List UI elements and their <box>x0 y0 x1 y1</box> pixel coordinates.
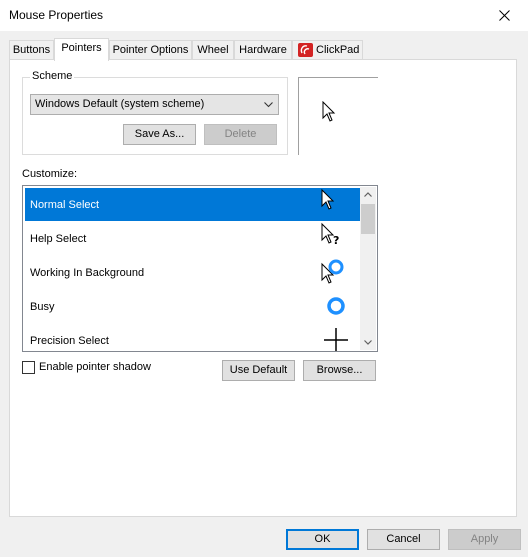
tab-clickpad[interactable]: ClickPad <box>292 40 363 59</box>
customize-label: Customize: <box>22 168 78 180</box>
button-label: Apply <box>470 533 499 545</box>
cancel-button[interactable]: Cancel <box>367 529 440 550</box>
list-item-label: Busy <box>30 301 55 313</box>
scheme-legend: Scheme <box>30 70 75 82</box>
ok-button[interactable]: OK <box>286 529 359 550</box>
use-default-button[interactable]: Use Default <box>222 360 295 381</box>
cursor-list[interactable]: Normal Select Help Select ? Working In B… <box>22 185 378 352</box>
save-as-button[interactable]: Save As... <box>123 124 196 145</box>
working-cursor-icon <box>321 259 344 284</box>
button-label: Delete <box>224 128 257 140</box>
button-label: Browse... <box>316 364 363 376</box>
arrow-cursor-icon <box>321 188 335 210</box>
scroll-up-button[interactable] <box>360 187 376 203</box>
tab-label: ClickPad <box>316 44 360 56</box>
tab-label: Wheel <box>197 44 229 56</box>
tab-label: Buttons <box>12 44 51 56</box>
tab-label: Pointers <box>61 42 102 54</box>
chevron-down-icon <box>364 340 372 345</box>
delete-button[interactable]: Delete <box>204 124 277 145</box>
arrow-cursor-icon <box>322 101 336 122</box>
tab-pointers[interactable]: Pointers <box>54 38 109 61</box>
list-item-precision-select[interactable]: Precision Select <box>25 324 360 351</box>
button-label: OK <box>314 533 331 545</box>
close-button[interactable] <box>482 0 528 31</box>
chevron-up-icon <box>364 192 372 197</box>
svg-text:?: ? <box>333 234 339 247</box>
scheme-selected-value: Windows Default (system scheme) <box>35 98 205 110</box>
list-item-label: Normal Select <box>30 199 100 211</box>
list-item-busy[interactable]: Busy <box>25 290 360 323</box>
tab-buttons[interactable]: Buttons <box>9 40 54 59</box>
scheme-dropdown[interactable]: Windows Default (system scheme) <box>30 94 279 115</box>
button-label: Save As... <box>134 128 185 140</box>
list-item-normal-select[interactable]: Normal Select <box>25 188 360 221</box>
list-scrollbar[interactable] <box>360 187 376 350</box>
window-title: Mouse Properties <box>9 8 104 22</box>
busy-cursor-icon <box>327 297 345 315</box>
scroll-thumb[interactable] <box>361 204 375 234</box>
scroll-down-button[interactable] <box>360 334 376 350</box>
tab-pointer-options[interactable]: Pointer Options <box>109 40 192 59</box>
close-icon <box>499 10 510 21</box>
cursor-preview <box>298 77 378 155</box>
apply-button[interactable]: Apply <box>448 529 521 550</box>
list-item-label: Precision Select <box>30 335 109 347</box>
title-bar: Mouse Properties <box>0 0 528 31</box>
tab-wheel[interactable]: Wheel <box>192 40 234 59</box>
tab-hardware[interactable]: Hardware <box>234 40 292 59</box>
pointer-shadow-checkbox[interactable] <box>22 361 35 374</box>
help-cursor-icon: ? <box>321 222 339 247</box>
list-item-label: Help Select <box>30 233 87 245</box>
crosshair-cursor-icon <box>324 328 348 351</box>
tab-label: Pointer Options <box>112 44 189 56</box>
list-item-label: Working In Background <box>30 267 145 279</box>
tab-label: Hardware <box>239 44 287 56</box>
list-item-help-select[interactable]: Help Select ? <box>25 222 360 255</box>
button-label: Use Default <box>229 364 288 376</box>
chevron-down-icon <box>264 102 273 108</box>
button-label: Cancel <box>386 533 421 545</box>
clickpad-logo-icon <box>298 43 313 57</box>
pointer-shadow-label: Enable pointer shadow <box>39 361 151 373</box>
list-item-working-in-background[interactable]: Working In Background <box>25 256 360 289</box>
browse-button[interactable]: Browse... <box>303 360 376 381</box>
